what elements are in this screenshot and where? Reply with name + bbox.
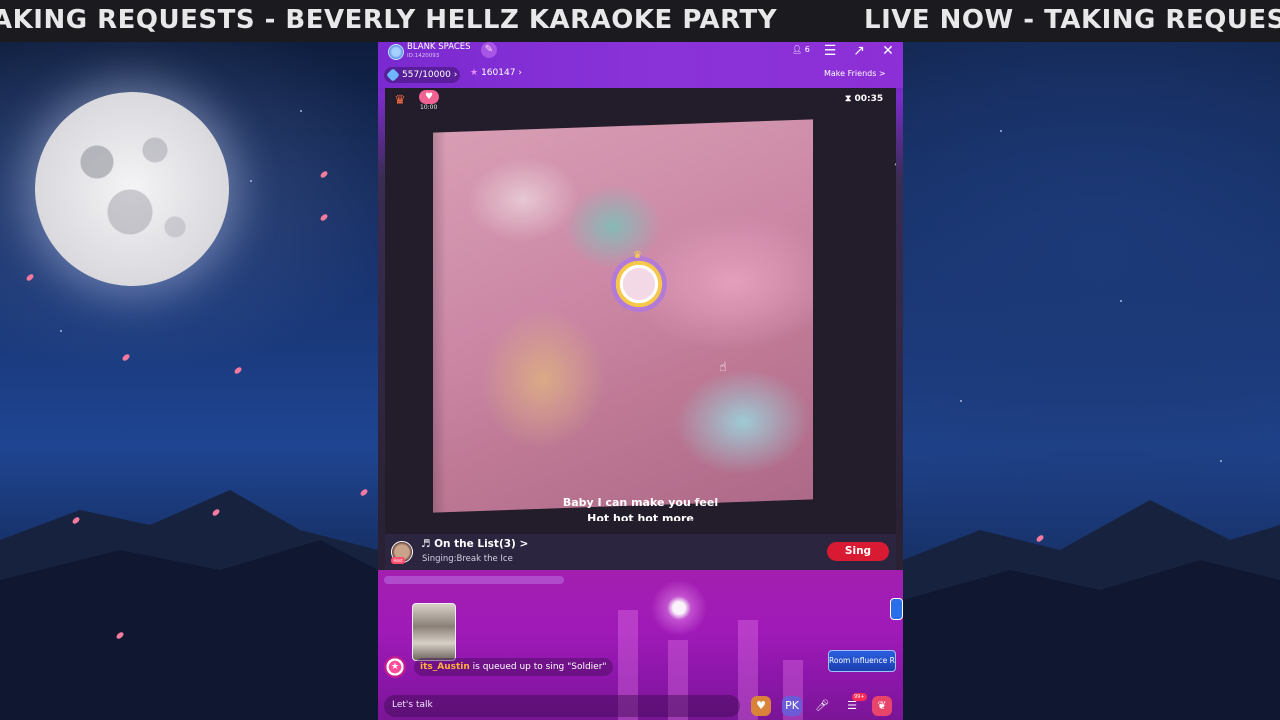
full-moon xyxy=(35,92,229,286)
karaoke-stage: ♛ ♥ 10:00 ⧗ 00:35 ‹ ♛ ☝ Baby I can make … xyxy=(385,88,896,534)
chat-photo-sticker[interactable] xyxy=(412,603,456,661)
level-progress-value: 557/10000 xyxy=(402,70,451,80)
mic-muted-icon[interactable]: 🎤︎ xyxy=(812,696,832,716)
star xyxy=(1220,460,1222,462)
star xyxy=(1120,300,1122,302)
chevron-left-icon[interactable]: ‹ xyxy=(894,160,896,170)
chat-message-faded xyxy=(384,576,564,584)
star xyxy=(60,330,62,332)
song-timer: ⧗ 00:35 xyxy=(845,94,883,104)
room-influence-banner[interactable]: Room Influence Ra xyxy=(828,650,896,672)
chevron-right-icon: › xyxy=(453,70,458,80)
heart-timer: 10:00 xyxy=(420,104,438,111)
edit-room-icon[interactable]: ✎ xyxy=(481,42,497,58)
clipboard-icon[interactable]: ☰ xyxy=(821,42,839,60)
star xyxy=(300,110,302,112)
now-singing-label: Singing:Break the Ice xyxy=(422,554,513,564)
lyric-next-line: Hot hot hot more xyxy=(587,512,694,521)
chat-username[interactable]: its_Austin xyxy=(420,662,470,672)
share-icon[interactable]: ↗ xyxy=(850,42,868,60)
chevron-right-icon: › xyxy=(518,68,522,78)
star xyxy=(960,400,962,402)
chat-input-placeholder: Let's talk xyxy=(392,700,433,710)
room-popularity[interactable]: ★ 160147 › xyxy=(470,68,522,78)
pk-battle-icon[interactable]: PK xyxy=(782,696,802,716)
star-icon: ★ xyxy=(470,68,479,78)
singer-avatar[interactable] xyxy=(611,256,667,312)
room-name[interactable]: BLANK SPACES xyxy=(407,42,471,52)
member-count[interactable]: 👤︎ 6 xyxy=(792,45,810,54)
bottom-toolbar: Let's talk ♥ PK 🎤︎ ☰ 99+ ❦ xyxy=(378,692,903,720)
hand-cursor-icon: ☝ xyxy=(719,360,727,375)
song-timer-value: 00:35 xyxy=(854,94,884,104)
queue-notice: its_Austin is queued up to sing "Soldier… xyxy=(414,658,613,676)
marquee-text: LIVE NOW - TAKING REQUESTS xyxy=(864,5,1280,35)
popularity-value: 160147 xyxy=(481,68,516,78)
room-avatar[interactable] xyxy=(388,44,404,60)
close-icon[interactable]: ✕ xyxy=(879,42,897,60)
person-icon: 👤︎ xyxy=(792,45,803,54)
side-event-tag[interactable] xyxy=(890,598,903,620)
heart-icon[interactable]: ♥ xyxy=(419,90,439,104)
chat-input[interactable] xyxy=(384,695,740,717)
queue-notice-text: is queued up to sing "Soldier" xyxy=(469,662,607,672)
make-friends-link[interactable]: Make Friends > xyxy=(824,69,886,78)
room-header: BLANK SPACES ID:1420093 ✎ 👤︎ 6 ☰ ↗ ✕ 557… xyxy=(378,42,903,88)
lyric-current-line: Baby I can make you feel xyxy=(562,496,719,509)
crown-icon[interactable]: ♛ xyxy=(391,92,409,110)
sing-button[interactable]: Sing xyxy=(827,542,889,561)
song-queue-bar[interactable]: Host ♬ On the List(3) > Singing:Break th… xyxy=(385,534,896,570)
game-icon[interactable]: ♥ xyxy=(751,696,771,716)
hourglass-icon: ⧗ xyxy=(845,94,852,104)
room-level-progress[interactable]: 557/10000 › xyxy=(384,67,460,83)
gift-icon[interactable]: ❦ xyxy=(872,696,892,716)
scrolling-marquee: AKING REQUESTS - BEVERLY HELLZ KARAOKE P… xyxy=(0,0,1280,42)
karaoke-app-window: BLANK SPACES ID:1420093 ✎ 👤︎ 6 ☰ ↗ ✕ 557… xyxy=(378,42,903,720)
notification-badge: 99+ xyxy=(852,693,867,701)
star-badge-icon: ★ xyxy=(384,656,406,678)
diamond-icon xyxy=(386,68,400,82)
star xyxy=(1000,130,1002,132)
crown-icon: ♛ xyxy=(633,250,642,261)
song-queue-title[interactable]: ♬ On the List(3) > xyxy=(421,538,528,550)
marquee-text: AKING REQUESTS - BEVERLY HELLZ KARAOKE P… xyxy=(0,5,778,35)
star xyxy=(250,180,252,182)
room-id: ID:1420093 xyxy=(407,53,440,59)
host-tag: Host xyxy=(391,557,405,564)
member-count-value: 6 xyxy=(804,45,810,54)
